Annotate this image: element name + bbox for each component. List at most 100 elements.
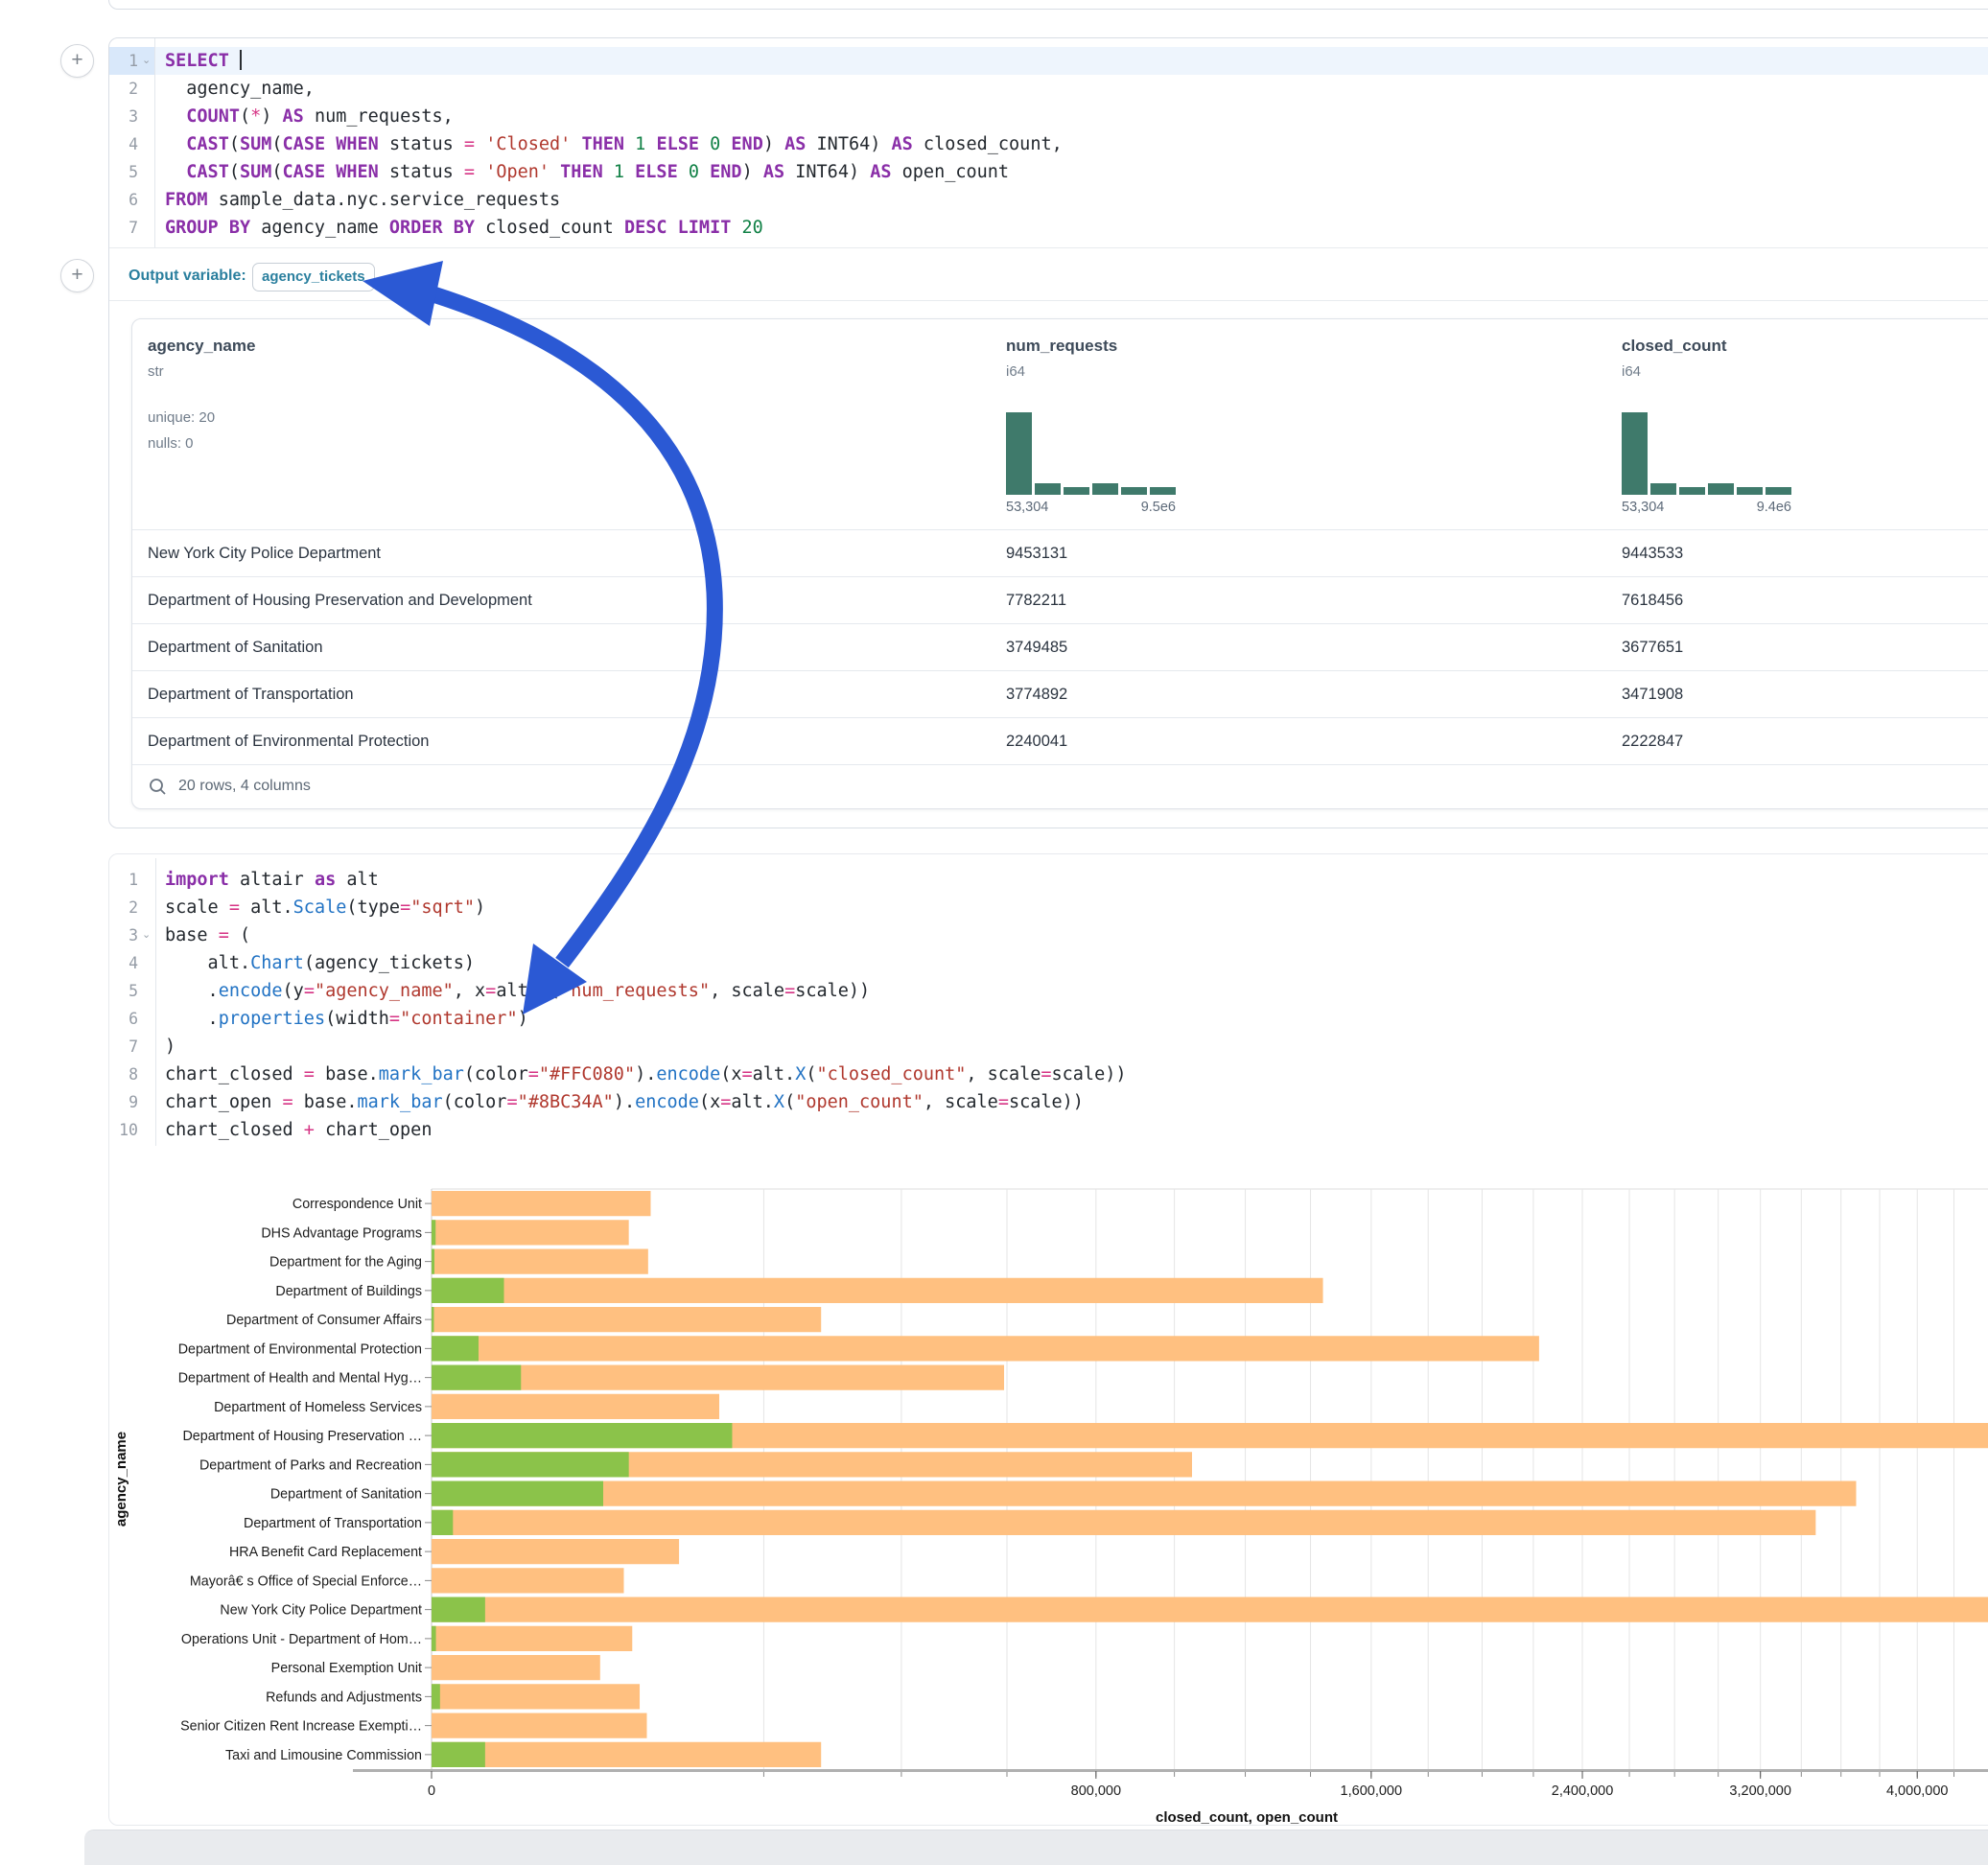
histogram-bar [1006,412,1032,495]
code-text[interactable]: CAST(SUM(CASE WHEN status = 'Open' THEN … [165,158,1009,186]
bar-open-count [432,1510,453,1535]
code-line[interactable]: 3 COUNT(*) AS num_requests, [109,103,1988,130]
code-line[interactable]: 1⌄ SELECT [109,47,1988,75]
histogram-min: 53,304 [1622,500,1664,515]
bar-closed-count [432,1394,719,1419]
y-axis-label: Senior Citizen Rent Increase Exempti… [180,1719,422,1735]
code-line[interactable]: 9chart_open = base.mark_bar(color="#8BC3… [109,1088,1988,1116]
cell-num-requests: 3774892 [1006,671,1067,717]
x-axis-tick-label: 4,000,000 [1886,1783,1949,1799]
y-axis-label: Department of Consumer Affairs [226,1313,422,1328]
cell-num-requests: 3749485 [1006,624,1067,670]
bar-open-count [432,1481,603,1506]
search-icon[interactable] [149,778,167,796]
y-axis-label: Department for the Aging [269,1255,422,1271]
line-number: 6 [109,186,154,214]
line-number: 2 [109,894,154,921]
python-code-editor[interactable]: 1import altair as alt2 scale = alt.Scale(… [109,866,1988,1144]
column-header[interactable]: agency_name [148,337,255,356]
code-text[interactable]: alt.Chart(agency_tickets) [165,949,475,977]
line-number: 7 [109,214,154,242]
code-line[interactable]: 2 scale = alt.Scale(type="sqrt") [109,894,1988,921]
code-line[interactable]: 8 chart_closed = base.mark_bar(color="#FF… [109,1061,1988,1088]
y-axis-label: Department of Health and Mental Hyg… [178,1371,422,1387]
bar-open-count [432,1423,732,1448]
histogram-bar [1679,487,1705,495]
histogram-bar [1092,483,1118,495]
line-number: 1⌄ [109,47,154,75]
altair-bar-chart: Correspondence UnitDHS Advantage Program… [0,1170,1988,1841]
code-line[interactable]: 4 alt.Chart(agency_tickets) [109,949,1988,977]
x-axis-title: closed_count, open_count [1156,1809,1338,1826]
column-meta: nulls: 0 [148,435,194,452]
column-header[interactable]: num_requests [1006,337,1117,356]
cell-agency-name: Department of Transportation [148,671,354,717]
bar-open-count [432,1307,433,1332]
code-text[interactable]: chart_closed = base.mark_bar(color="#FFC… [165,1061,1126,1088]
code-line[interactable]: 7 GROUP BY agency_name ORDER BY closed_co… [109,214,1988,242]
code-line[interactable]: 5 .encode(y="agency_name", x=alt.X("num_… [109,977,1988,1005]
code-line[interactable]: 1import altair as alt [109,866,1988,894]
code-text[interactable]: import altair as alt [165,866,379,894]
code-text[interactable]: agency_name, [165,75,315,103]
bar-closed-count [432,1481,1856,1506]
line-number: 3 [109,103,154,130]
code-text[interactable]: COUNT(*) AS num_requests, [165,103,454,130]
line-number: 2 [109,75,154,103]
y-axis-label: Mayorâ€ s Office of Special Enforce… [190,1574,422,1589]
add-cell-button[interactable]: + [60,259,94,292]
line-number: 4 [109,130,154,158]
collapse-chevron-icon[interactable]: ⌄ [142,47,154,75]
histogram-bar [1737,487,1763,495]
code-line[interactable]: 2 agency_name, [109,75,1988,103]
column-type: str [148,363,164,380]
code-text[interactable]: scale = alt.Scale(type="sqrt") [165,894,485,921]
code-text[interactable]: chart_closed + chart_open [165,1116,432,1144]
bar-open-count [432,1220,435,1245]
cell-closed-count: 3677651 [1622,624,1683,670]
cell-num-requests: 9453131 [1006,530,1067,576]
sql-code-editor[interactable]: 1⌄SELECT 2 agency_name,3 COUNT(*) AS num… [109,47,1988,242]
line-number: 8 [109,1061,154,1088]
code-line[interactable]: 10chart_closed + chart_open [109,1116,1988,1144]
code-line[interactable]: 4 CAST(SUM(CASE WHEN status = 'Closed' T… [109,130,1988,158]
cell-closed-count: 7618456 [1622,577,1683,623]
cell-closed-count: 2222847 [1622,718,1683,764]
histogram-max: 9.5e6 [1141,500,1176,515]
code-text[interactable]: CAST(SUM(CASE WHEN status = 'Closed' THE… [165,130,1063,158]
cell-agency-name: Department of Environmental Protection [148,718,429,764]
bar-closed-count [432,1539,679,1564]
code-line[interactable]: 6 FROM sample_data.nyc.service_requests [109,186,1988,214]
code-text[interactable]: ) [165,1033,175,1061]
code-text[interactable]: .properties(width="container") [165,1005,528,1033]
code-line[interactable]: 3⌄base = ( [109,921,1988,949]
histogram-bar [1150,487,1176,495]
histogram-bar [1622,412,1648,495]
histogram-max: 9.4e6 [1757,500,1791,515]
bar-open-count [432,1365,521,1390]
histogram-range-labels: 53,304 9.4e6 [1622,500,1791,515]
column-header[interactable]: closed_count [1622,337,1727,356]
code-text[interactable]: FROM sample_data.nyc.service_requests [165,186,560,214]
line-number: 5 [109,158,154,186]
previous-cell-edge [108,0,1988,10]
code-line[interactable]: 7) [109,1033,1988,1061]
code-line[interactable]: 6 .properties(width="container") [109,1005,1988,1033]
x-axis-tick-label: 0 [428,1783,435,1799]
code-text[interactable]: base = ( [165,921,250,949]
code-text[interactable]: GROUP BY agency_name ORDER BY closed_cou… [165,214,763,242]
add-cell-button[interactable]: + [60,44,94,78]
y-axis-title: agency_name [113,1432,129,1527]
y-axis-label: Personal Exemption Unit [271,1661,422,1676]
bar-closed-count [432,1713,647,1738]
histogram-min: 53,304 [1006,500,1048,515]
y-axis-label: Refunds and Adjustments [266,1690,422,1705]
column-type: i64 [1622,363,1641,380]
collapse-chevron-icon[interactable]: ⌄ [142,921,154,949]
bar-closed-count [432,1220,629,1245]
code-text[interactable]: .encode(y="agency_name", x=alt.X("num_re… [165,977,870,1005]
code-text[interactable]: SELECT [165,47,242,75]
code-text[interactable]: chart_open = base.mark_bar(color="#8BC34… [165,1088,1084,1116]
code-line[interactable]: 5 CAST(SUM(CASE WHEN status = 'Open' THE… [109,158,1988,186]
output-variable-pill[interactable]: agency_tickets [252,263,375,291]
